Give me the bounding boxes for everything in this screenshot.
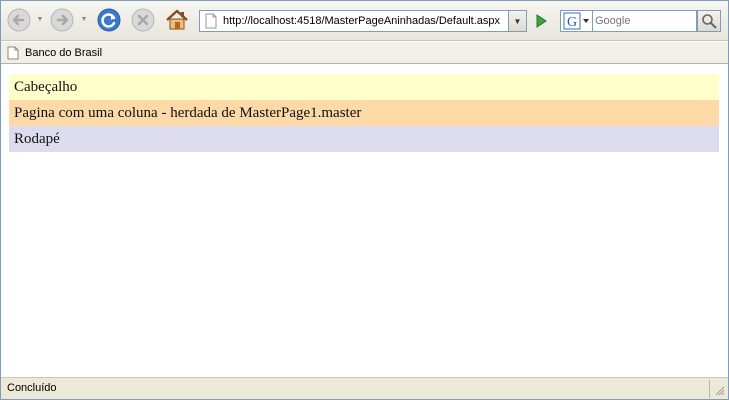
search-button[interactable]: [697, 10, 721, 32]
navigation-toolbar: ▼ ▼ ▼: [1, 1, 728, 41]
google-icon: G: [563, 12, 589, 30]
stop-button[interactable]: [129, 6, 157, 34]
bookmark-page-icon: [7, 46, 19, 60]
header-section: Cabeçalho: [9, 74, 719, 100]
back-arrow-icon: [7, 8, 31, 32]
bookmarks-toolbar: Banco do Brasil: [1, 42, 728, 64]
svg-text:G: G: [567, 15, 577, 30]
magnifier-icon: [702, 14, 717, 29]
resize-grip-icon[interactable]: [713, 384, 725, 396]
forward-button[interactable]: [48, 6, 76, 34]
status-divider: [709, 380, 710, 398]
bookmark-banco-do-brasil[interactable]: Banco do Brasil: [7, 45, 102, 61]
reload-icon: [97, 8, 121, 32]
back-button[interactable]: [5, 6, 33, 34]
stop-icon: [131, 8, 155, 32]
forward-history-dropdown[interactable]: ▼: [80, 15, 88, 25]
bookmark-label: Banco do Brasil: [25, 47, 103, 59]
url-history-dropdown[interactable]: ▼: [509, 10, 527, 32]
forward-arrow-icon: [50, 8, 74, 32]
go-button[interactable]: [530, 10, 552, 32]
page-content: Cabeçalho Pagina com uma coluna - herdad…: [1, 65, 728, 377]
home-button[interactable]: [163, 6, 191, 34]
body-section: Pagina com uma coluna - herdada de Maste…: [9, 100, 719, 126]
status-bar: Concluído: [1, 377, 728, 399]
url-input[interactable]: [223, 15, 503, 27]
reload-button[interactable]: [95, 6, 123, 34]
status-text: Concluído: [7, 382, 57, 394]
home-icon: [166, 9, 188, 30]
search-input[interactable]: [593, 15, 693, 27]
back-history-dropdown[interactable]: ▼: [36, 15, 44, 25]
footer-section: Rodapé: [9, 126, 719, 152]
search-box: [592, 10, 697, 32]
page-icon: [205, 13, 217, 29]
search-engine-selector[interactable]: G: [560, 10, 592, 32]
address-bar: [199, 10, 509, 32]
go-arrow-icon: [536, 14, 547, 28]
